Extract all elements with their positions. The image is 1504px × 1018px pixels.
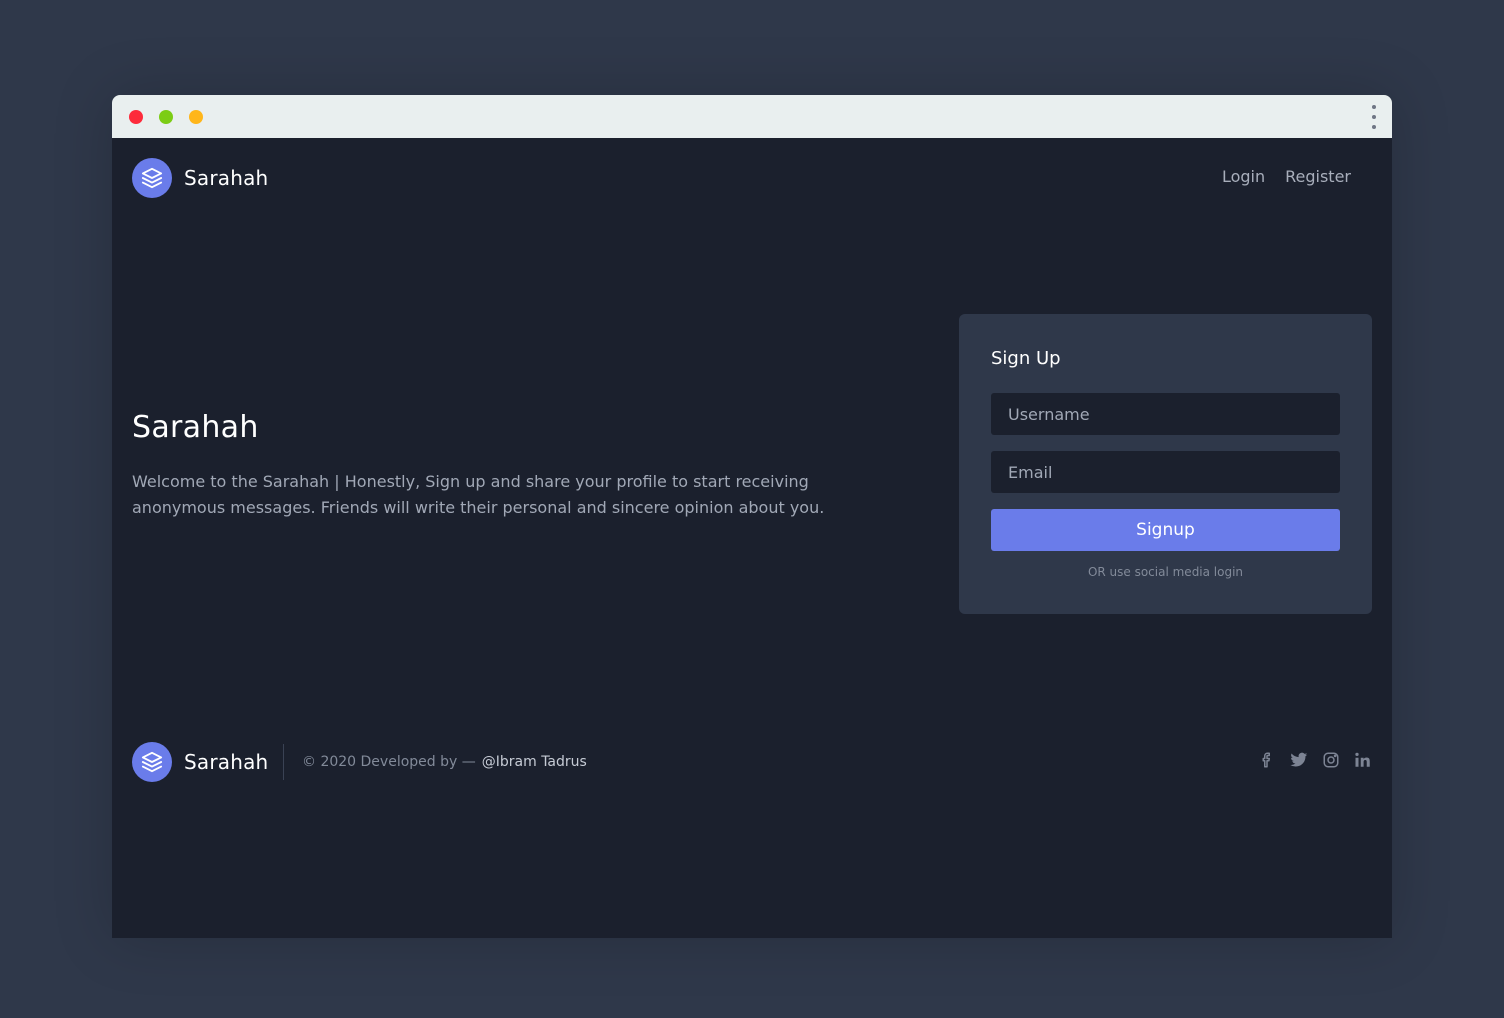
maximize-window-button[interactable] [189,110,203,124]
register-link[interactable]: Register [1285,167,1351,186]
nav-links: Login Register [1222,167,1351,186]
twitter-icon[interactable] [1290,751,1308,769]
footer-brand[interactable]: Sarahah [132,742,268,782]
social-links [1258,751,1372,769]
facebook-icon[interactable] [1258,751,1276,769]
footer-copyright: © 2020 Developed by — @Ibram Tadrus [302,754,587,770]
more-vertical-icon[interactable] [1372,105,1376,129]
layers-icon [132,742,172,782]
close-window-button[interactable] [129,110,143,124]
brand-name: Sarahah [184,166,269,190]
hero-description: Welcome to the Sarahah | Honestly, Sign … [132,472,825,517]
linkedin-icon[interactable] [1354,751,1372,769]
instagram-icon[interactable] [1322,751,1340,769]
hero-title: Sarahah [132,410,259,445]
signup-title: Sign Up [991,348,1061,369]
signup-button[interactable]: Signup [991,509,1340,551]
author-link[interactable]: @Ibram Tadrus [482,754,587,770]
social-login-note: OR use social media login [1087,565,1244,579]
footer-divider [283,744,284,780]
minimize-window-button[interactable] [159,110,173,124]
layers-icon [132,158,172,198]
window-titlebar [112,95,1392,138]
signup-card: Sign Up Signup OR use social media login [959,314,1372,614]
username-input[interactable] [991,393,1340,435]
navbar-brand[interactable]: Sarahah [132,158,268,198]
login-link[interactable]: Login [1222,167,1265,186]
email-input[interactable] [991,451,1340,493]
copyright-text: © 2020 Developed by — [302,754,476,770]
footer-brand-name: Sarahah [184,750,269,774]
browser-window: Sarahah Login Register Sarahah Welcome t… [112,95,1392,938]
